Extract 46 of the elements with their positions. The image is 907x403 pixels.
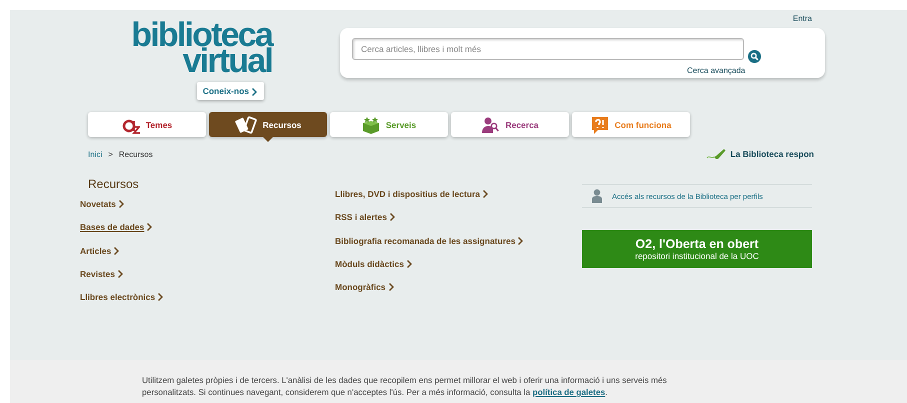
login-link[interactable]: Entra — [792, 14, 812, 23]
resource-link[interactable]: Bibliografia recomanada de les assignatures — [335, 236, 524, 259]
chevron-icon — [147, 223, 154, 232]
cookie-notice: Utilitzem galetes pròpies i de tercers. L'anàlisi de les dades que recopilem ens permet millorar el web i oferir una informació i uns serveis més personalitzats. Si continues navegant, considerem que n'acceptes l'ús. Per a més informació, consulta la política de galetes. — [142, 374, 668, 398]
chevron-icon — [483, 190, 490, 198]
chevron-icon — [158, 293, 164, 302]
person-icon — [592, 189, 602, 203]
chevron-icon — [114, 246, 120, 255]
nav-tab[interactable]: Recerca — [451, 112, 569, 137]
search-icon[interactable] — [748, 50, 761, 63]
resource-link[interactable]: Novetats — [80, 199, 125, 222]
breadcrumb-separator: > — [108, 150, 113, 158]
chevron-icon — [388, 283, 395, 292]
chevron-icon — [406, 260, 413, 268]
nav-tab[interactable]: Serveis — [330, 112, 448, 137]
about-button[interactable]: Coneix-nos — [196, 82, 264, 100]
chevron-icon — [518, 236, 524, 245]
search-field[interactable]: Cerca articles, llibres i molt més — [352, 38, 744, 60]
chevron-icon — [118, 270, 124, 278]
resource-link[interactable]: Llibres, DVD i dispositius de lectura — [335, 189, 490, 212]
resource-link[interactable]: Articles — [80, 246, 120, 269]
section-title: Recursos — [88, 177, 140, 191]
chevron-icon — [252, 88, 258, 96]
help-link[interactable]: La Biblioteca respon — [706, 149, 814, 159]
question-bubble-icon — [590, 116, 609, 134]
person-search-icon — [481, 116, 500, 134]
resource-link[interactable]: Llibres electrònics — [80, 292, 164, 316]
pencil-icon — [706, 149, 726, 159]
chevron-icon — [118, 200, 125, 208]
devices-icon — [234, 116, 257, 134]
repository-banner[interactable]: O2, l'Oberta en obert repositori institucional de la UOC — [582, 230, 812, 268]
box-icon — [362, 116, 380, 134]
advanced-search-link[interactable]: Cerca avançada — [687, 66, 746, 75]
cookie-policy-link[interactable]: política de galetes — [532, 387, 606, 397]
banner-title: O2, l'Oberta en obert — [635, 237, 759, 251]
resource-link[interactable]: Revistes — [80, 268, 124, 292]
resource-link[interactable]: Bases de dades — [80, 222, 154, 246]
breadcrumb-link[interactable]: Recursos — [118, 150, 153, 158]
breadcrumb-link[interactable]: Inici — [88, 150, 102, 158]
banner-subtitle: repositori institucional de la UOC — [635, 251, 759, 261]
chevron-icon — [390, 213, 396, 222]
library-logo[interactable]: biblioteca virtual — [107, 22, 272, 74]
resource-link[interactable]: Monogràfics — [335, 282, 395, 306]
resource-link[interactable]: Mòduls didàctics — [335, 258, 413, 282]
nav-tab[interactable]: Temes — [88, 112, 206, 137]
resource-link[interactable]: RSS i alertes — [335, 212, 396, 236]
